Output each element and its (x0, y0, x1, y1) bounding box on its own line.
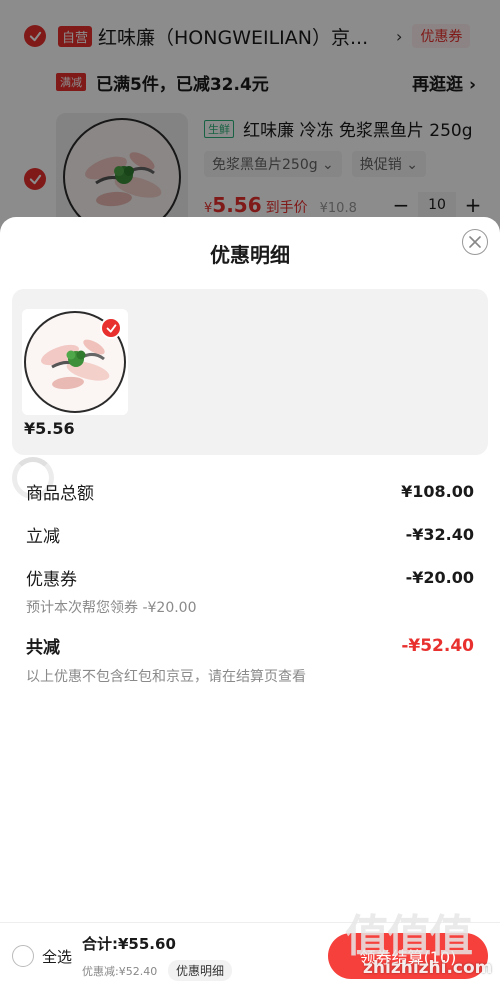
discount-footnote: 以上优惠不包含红包和京豆，请在结算页查看 (26, 669, 306, 685)
goods-total-label: 商品总额 (26, 484, 94, 504)
order-total: 合计:¥55.60 (82, 935, 176, 953)
total-discount-label: 共减 (26, 638, 60, 658)
discount-detail-button[interactable]: 优惠明细 (168, 960, 233, 981)
coupon-note: 预计本次帮您领券 -¥20.00 (26, 600, 197, 616)
direct-discount-label: 立减 (26, 527, 60, 547)
discount-summary: 优惠减:¥52.40 (82, 965, 158, 978)
goods-total-amount: ¥108.00 (401, 482, 474, 501)
coupon-row: 优惠券 -¥20.00 (26, 565, 474, 590)
direct-discount-row: 立减 -¥32.40 (26, 522, 474, 547)
total-discount-amount: -¥52.40 (401, 635, 474, 656)
select-all-label[interactable]: 全选 (42, 946, 72, 967)
coupon-amount: -¥20.00 (405, 568, 474, 587)
watermark-url: zhizhizhi.com (363, 958, 493, 978)
goods-price: ¥5.56 (24, 419, 75, 438)
close-button[interactable] (462, 229, 488, 255)
coupon-label: 优惠券 (26, 570, 77, 590)
goods-checkbox[interactable] (100, 317, 122, 339)
goods-total-row: 商品总额 ¥108.00 (26, 479, 474, 504)
select-all-radio[interactable] (12, 945, 34, 967)
check-icon (106, 323, 116, 333)
goods-card: ¥5.56 (12, 289, 488, 455)
total-discount-row: 共减 -¥52.40 (26, 633, 474, 659)
watermark-logo: 值值值 (345, 911, 473, 962)
watermark: 值值值 zhizhizhi.com (345, 900, 495, 985)
sheet-title: 优惠明细 (210, 243, 290, 267)
close-icon (469, 236, 481, 248)
discount-detail-sheet: 优惠明细 ¥5.56 商品总额 ¥108.00 立减 -¥32.40 优惠券 -… (0, 217, 500, 987)
direct-discount-amount: -¥32.40 (405, 525, 474, 544)
